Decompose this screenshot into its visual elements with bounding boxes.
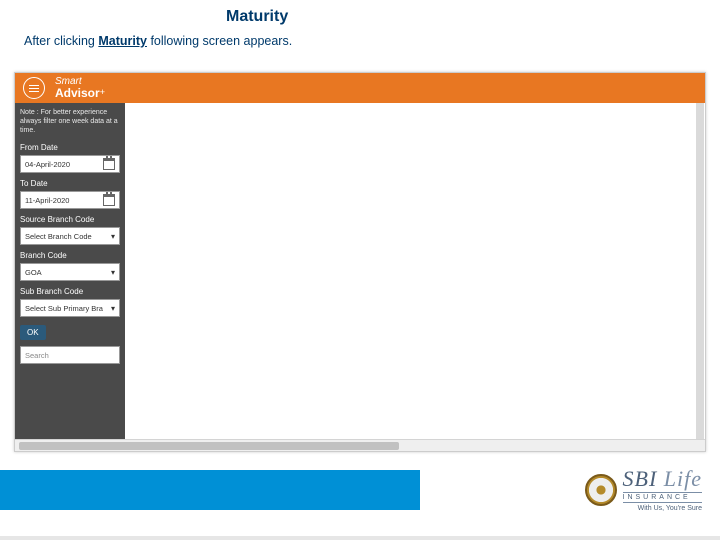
chevron-down-icon: ▾	[111, 268, 115, 277]
logo-sbi: SBI	[623, 466, 658, 491]
embedded-screenshot: Smart Advisor+ Note : For better experie…	[14, 72, 706, 452]
source-branch-select[interactable]: Select Branch Code ▾	[20, 227, 120, 245]
ok-button[interactable]: OK	[20, 325, 46, 340]
branch-code-select[interactable]: GOA ▾	[20, 263, 120, 281]
to-date-label: To Date	[20, 179, 120, 188]
to-date-input[interactable]: 11-April-2020	[20, 191, 120, 209]
logo-tagline: With Us, You're Sure	[623, 505, 703, 512]
scrollbar-thumb[interactable]	[19, 442, 399, 450]
logo-sub: INSURANCE	[623, 492, 703, 503]
to-date-value: 11-April-2020	[25, 196, 69, 205]
brand-plus: +	[100, 87, 105, 97]
coin-logo-icon	[585, 474, 617, 506]
sub-branch-label: Sub Branch Code	[20, 287, 120, 296]
source-branch-label: Source Branch Code	[20, 215, 120, 224]
page-bottom-divider	[0, 536, 720, 540]
from-date-label: From Date	[20, 143, 120, 152]
branch-code-value: GOA	[25, 268, 42, 277]
search-input[interactable]: Search	[20, 346, 120, 364]
source-branch-value: Select Branch Code	[25, 232, 92, 241]
filter-note: Note : For better experience always filt…	[20, 109, 120, 135]
app-brand: Smart Advisor+	[55, 77, 105, 100]
brand-line2: Advisor	[55, 86, 100, 100]
footer-logo: SBI Life INSURANCE With Us, You're Sure	[585, 468, 703, 512]
from-date-value: 04-April-2020	[25, 160, 70, 169]
page-subtitle: After clicking Maturity following screen…	[0, 26, 720, 48]
chevron-down-icon: ▾	[111, 232, 115, 241]
subtitle-pre: After clicking	[24, 34, 98, 48]
app-header: Smart Advisor+	[15, 73, 705, 103]
search-placeholder: Search	[25, 351, 49, 360]
calendar-icon[interactable]	[103, 158, 115, 170]
sub-branch-value: Select Sub Primary Bra	[25, 304, 103, 313]
subtitle-bold: Maturity	[98, 34, 147, 48]
logo-main: SBI Life	[623, 468, 703, 490]
subtitle-post: following screen appears.	[147, 34, 292, 48]
branch-code-label: Branch Code	[20, 251, 120, 260]
horizontal-scrollbar[interactable]	[15, 439, 705, 451]
filter-sidebar: Note : For better experience always filt…	[15, 103, 125, 439]
footer-band	[0, 470, 420, 510]
chevron-down-icon: ▾	[111, 304, 115, 313]
page-title: Maturity	[0, 0, 720, 26]
from-date-input[interactable]: 04-April-2020	[20, 155, 120, 173]
logo-life: Life	[657, 466, 702, 491]
sub-branch-select[interactable]: Select Sub Primary Bra ▾	[20, 299, 120, 317]
vertical-scrollbar[interactable]	[696, 103, 704, 439]
hamburger-menu-icon[interactable]	[23, 77, 45, 99]
calendar-icon[interactable]	[103, 194, 115, 206]
